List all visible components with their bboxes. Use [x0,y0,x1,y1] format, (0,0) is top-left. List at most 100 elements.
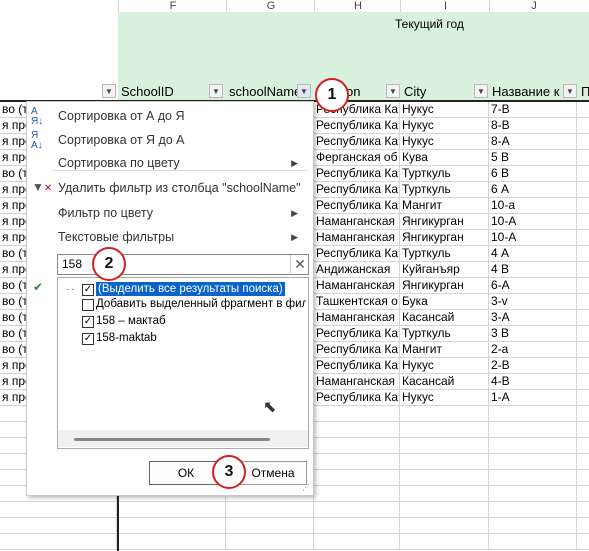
select-all-checkbox[interactable]: ✓ [82,284,94,296]
cell-region[interactable] [314,454,400,470]
grid-cell[interactable] [577,150,589,166]
sort-za-item[interactable]: Сортировка от Я до А [58,133,185,147]
cell-cls[interactable]: 10-А [489,214,577,230]
add-selection-checkbox[interactable] [82,299,94,311]
cell-cls[interactable]: 6 А [489,182,577,198]
cell-region[interactable] [314,518,400,534]
cell-city[interactable] [400,454,489,470]
cell-cls[interactable]: 3-А [489,310,577,326]
cell-cls[interactable] [489,438,577,454]
grid-cell[interactable] [577,374,589,390]
cell-cls[interactable]: 1-А [489,390,577,406]
grid-cell[interactable] [577,422,589,438]
scrollbar-thumb[interactable] [74,438,270,441]
grid-cell[interactable] [577,278,589,294]
cell-region[interactable]: Андижанская [314,262,400,278]
value-checkbox[interactable]: ✓ [82,333,94,345]
clear-search-icon[interactable]: ✕ [290,255,309,273]
cell-cls[interactable] [489,406,577,422]
cell-region[interactable] [314,438,400,454]
cell-city[interactable]: Турткуль [400,326,489,342]
value-item-158-maktab-cyrillic[interactable]: 158 – мактаб [96,314,166,328]
filter-dropdown-button[interactable]: ▼ [209,84,223,98]
grid-cell[interactable] [577,358,589,374]
cell-region[interactable]: Наманганская [314,214,400,230]
filter-by-color-item[interactable]: Фильтр по цвету ▶ [58,206,306,220]
value-item-158-maktab[interactable]: 158-maktab [96,331,157,345]
cell-region[interactable]: Республика Ка [314,166,400,182]
cell-city[interactable] [400,470,489,486]
grid-cell[interactable] [577,486,589,502]
grid-cell[interactable] [0,502,117,518]
cell-cls[interactable]: 4 А [489,246,577,262]
grid-cell[interactable] [226,518,314,534]
grid-cell[interactable] [577,326,589,342]
column-letter-i[interactable]: I [400,0,490,12]
cell-city[interactable]: Янгикурган [400,230,489,246]
grid-cell[interactable] [577,166,589,182]
select-all-results-item[interactable]: (Выделить все результаты поиска) [96,282,285,296]
cell-city[interactable] [400,406,489,422]
cell-city[interactable]: Касансай [400,374,489,390]
grid-cell[interactable] [577,454,589,470]
cell-cls[interactable] [489,422,577,438]
cell-region[interactable]: Ферганская об [314,150,400,166]
grid-cell[interactable] [577,262,589,278]
cell-city[interactable] [400,534,489,550]
grid-cell[interactable] [119,534,226,550]
grid-cell[interactable] [577,406,589,422]
sort-by-color-item[interactable]: Сортировка по цвету ▶ [58,156,306,170]
cell-cls[interactable]: 5 В [489,150,577,166]
filter-dropdown-button[interactable]: ▼ [474,84,488,98]
grid-cell[interactable] [577,134,589,150]
grid-cell[interactable] [577,182,589,198]
grid-cell[interactable] [577,518,589,534]
grid-cell[interactable] [577,310,589,326]
cell-city[interactable]: Куйганъяр [400,262,489,278]
filter-active-icon[interactable]: ▼ [297,84,311,98]
column-letter-h[interactable]: H [314,0,401,12]
sort-az-item[interactable]: Сортировка от А до Я [58,109,185,123]
cell-region[interactable]: Ташкентская о [314,294,400,310]
cell-region[interactable] [314,534,400,550]
column-letter-g[interactable]: G [226,0,315,12]
grid-cell[interactable] [0,518,117,534]
resize-grip-icon[interactable]: ⋰ [302,483,310,492]
cell-city[interactable]: Янгикурган [400,214,489,230]
cell-region[interactable]: Наманганская [314,374,400,390]
cell-city[interactable]: Нукус [400,134,489,150]
cell-cls[interactable]: 4 В [489,262,577,278]
cell-city[interactable]: Турткуль [400,182,489,198]
cell-cls[interactable]: 3-v [489,294,577,310]
cell-region[interactable]: Республика Ка [314,134,400,150]
cell-cls[interactable]: 4-В [489,374,577,390]
cell-cls[interactable] [489,534,577,550]
cell-city[interactable]: Касансай [400,310,489,326]
grid-cell[interactable] [577,294,589,310]
cell-cls[interactable] [489,486,577,502]
cell-cls[interactable] [489,502,577,518]
cell-cls[interactable]: 2-В [489,358,577,374]
cell-cls[interactable] [489,454,577,470]
grid-cell[interactable] [577,534,589,550]
value-checkbox[interactable]: ✓ [82,316,94,328]
column-letter-j[interactable]: J [489,0,578,12]
cell-city[interactable] [400,486,489,502]
grid-cell[interactable] [577,102,589,118]
grid-cell[interactable] [119,518,226,534]
cancel-button[interactable]: Отмена [239,461,307,485]
cell-region[interactable]: Республика Ка [314,358,400,374]
filter-dropdown-button[interactable]: ▼ [563,84,577,98]
cell-city[interactable] [400,422,489,438]
grid-cell[interactable] [577,470,589,486]
cell-city[interactable]: Нукус [400,102,489,118]
cell-city[interactable] [400,518,489,534]
grid-cell[interactable] [577,246,589,262]
cell-region[interactable]: Республика Ка [314,246,400,262]
cell-cls[interactable]: 6-А [489,278,577,294]
grid-cell[interactable] [226,534,314,550]
cell-city[interactable] [400,502,489,518]
grid-cell[interactable] [577,342,589,358]
cell-region[interactable]: Республика Ка [314,198,400,214]
grid-cell[interactable] [577,502,589,518]
